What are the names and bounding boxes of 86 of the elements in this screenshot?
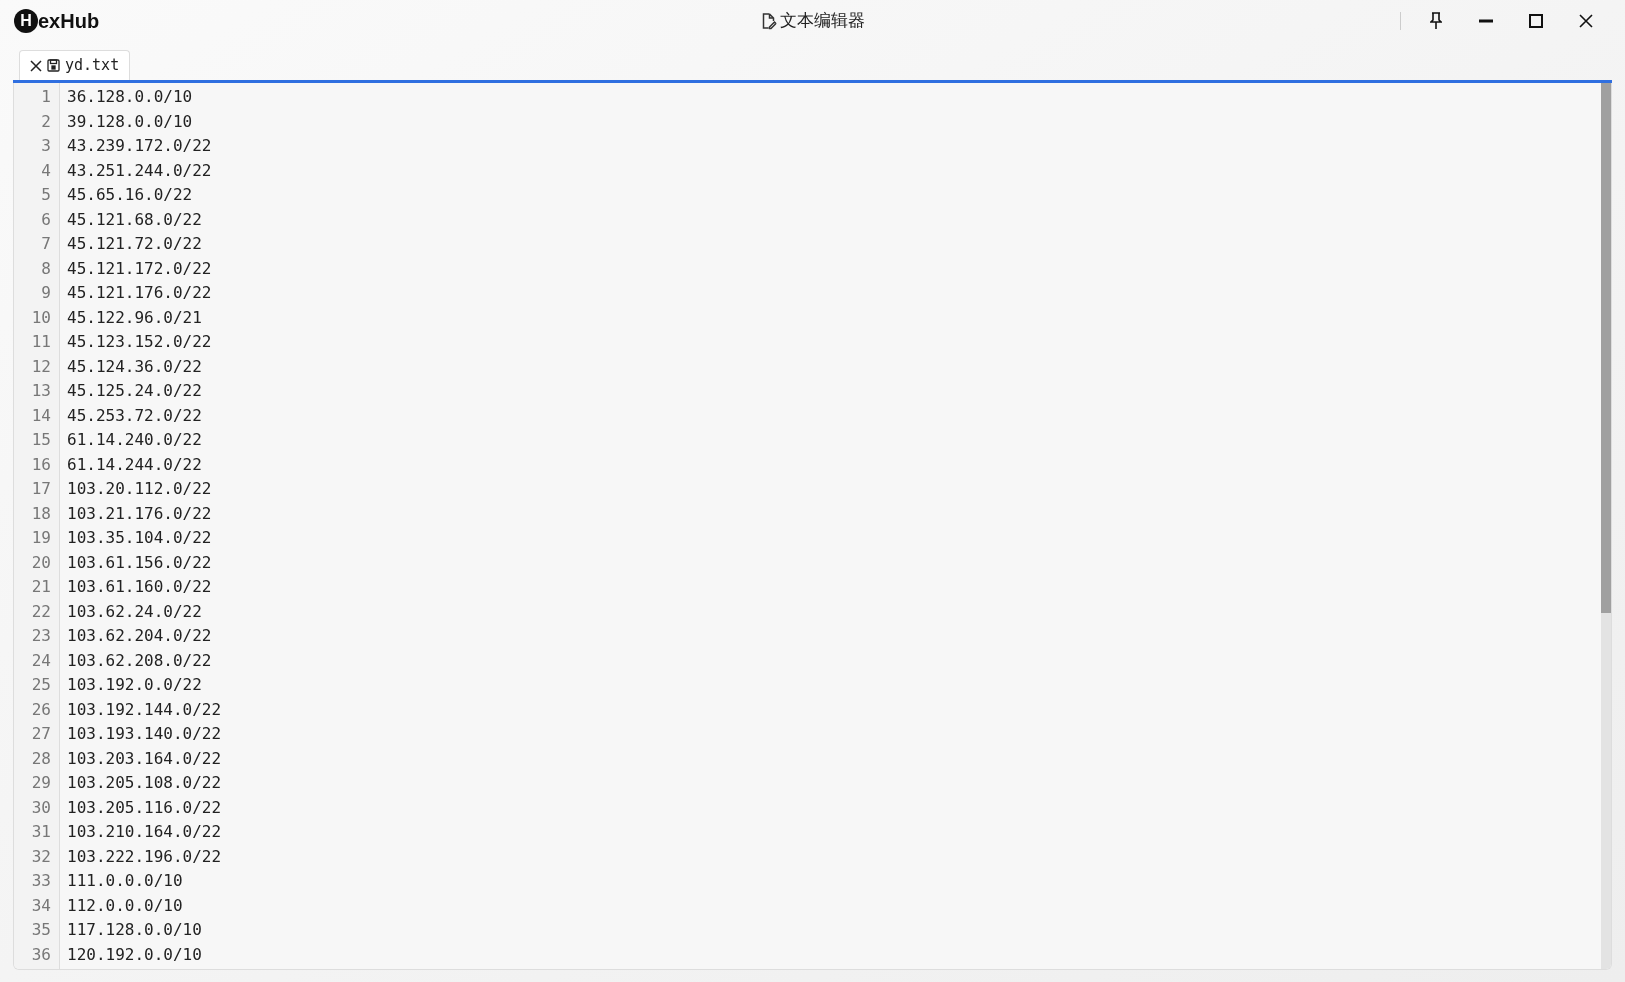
code-line: 45.65.16.0/22 <box>67 184 194 206</box>
logo-icon: H <box>14 9 38 33</box>
line-number: 34 <box>30 894 52 917</box>
line-number: 13 <box>30 380 52 402</box>
line-number: 25 <box>30 674 52 696</box>
line-number: 32 <box>30 845 52 868</box>
line-number: 20 <box>30 551 52 574</box>
code-line: 43.239.172.0/22 <box>67 135 213 157</box>
code-line: 112.0.0.0/10 <box>67 894 184 917</box>
line-number: 27 <box>30 723 52 745</box>
line-number: 10 <box>30 306 52 329</box>
code-line: 117.128.0.0/10 <box>67 919 203 941</box>
scrollbar-track[interactable] <box>1601 83 1611 969</box>
code-line: 45.121.172.0/22 <box>67 257 213 280</box>
code-line: 103.62.24.0/22 <box>67 600 203 623</box>
code-line: 103.210.164.0/22 <box>67 821 223 843</box>
line-number: 8 <box>40 257 52 280</box>
line-number: 12 <box>30 355 52 378</box>
line-number: 3 <box>40 135 52 157</box>
line-number: 28 <box>30 747 52 770</box>
code-line: 36.128.0.0/10 <box>67 86 194 108</box>
code-line: 103.192.144.0/22 <box>67 698 223 721</box>
code-line: 45.124.36.0/22 <box>67 355 203 378</box>
line-number: 23 <box>30 625 52 647</box>
window-title: 文本编辑器 <box>780 10 865 33</box>
code-line: 103.192.0.0/22 <box>67 674 203 696</box>
code-line: 120.192.0.0/10 <box>67 943 203 966</box>
line-number: 31 <box>30 821 52 843</box>
code-line: 45.125.24.0/22 <box>67 380 203 402</box>
code-line: 61.14.244.0/22 <box>67 453 203 476</box>
file-edit-icon <box>760 12 776 30</box>
code-line: 103.62.208.0/22 <box>67 649 213 672</box>
line-number: 15 <box>30 429 52 451</box>
line-number: 36 <box>30 943 52 966</box>
line-number: 18 <box>30 502 52 525</box>
maximize-icon <box>1529 14 1543 28</box>
line-number: 30 <box>30 796 52 819</box>
line-number: 21 <box>30 576 52 598</box>
line-number: 6 <box>40 208 52 231</box>
line-number: 33 <box>30 870 52 892</box>
code-line: 103.21.176.0/22 <box>67 502 213 525</box>
line-number: 9 <box>40 282 52 304</box>
code-line: 103.222.196.0/22 <box>67 845 223 868</box>
line-number: 16 <box>30 453 52 476</box>
code-line: 103.193.140.0/22 <box>67 723 223 745</box>
code-line: 103.61.156.0/22 <box>67 551 213 574</box>
line-number: 2 <box>40 110 52 133</box>
code-line: 45.121.72.0/22 <box>67 233 203 255</box>
line-number: 5 <box>40 184 52 206</box>
line-number: 7 <box>40 233 52 255</box>
save-icon <box>47 59 60 72</box>
line-number: 17 <box>30 478 52 500</box>
line-number: 24 <box>30 649 52 672</box>
code-line: 61.14.240.0/22 <box>67 429 203 451</box>
pin-icon <box>1430 12 1442 30</box>
code-line: 43.251.244.0/22 <box>67 159 213 182</box>
line-number: 35 <box>30 919 52 941</box>
code-line: 45.122.96.0/21 <box>67 306 203 329</box>
close-icon[interactable] <box>30 59 42 72</box>
line-number: 11 <box>30 331 52 353</box>
line-number: 1 <box>40 86 52 108</box>
code-line: 45.253.72.0/22 <box>67 404 203 427</box>
code-line: 45.123.152.0/22 <box>67 331 213 353</box>
line-number: 14 <box>30 404 52 427</box>
code-line: 103.62.204.0/22 <box>67 625 213 647</box>
code-line: 103.35.104.0/22 <box>67 527 213 549</box>
minimize-icon <box>1479 19 1493 23</box>
code-line: 45.121.176.0/22 <box>67 282 213 304</box>
line-number: 22 <box>30 600 52 623</box>
app-name: exHub <box>38 9 100 34</box>
code-line: 103.203.164.0/22 <box>67 747 223 770</box>
line-number: 29 <box>30 772 52 794</box>
line-number: 4 <box>40 159 52 182</box>
code-line: 111.0.0.0/10 <box>67 870 184 892</box>
code-line: 103.61.160.0/22 <box>67 576 213 598</box>
code-line: 45.121.68.0/22 <box>67 208 203 231</box>
tab-label: yd.txt <box>65 55 120 77</box>
close-icon <box>1579 14 1593 28</box>
file-tab[interactable]: yd.txt <box>19 50 131 80</box>
code-line: 103.205.108.0/22 <box>67 772 223 794</box>
scrollbar-thumb[interactable] <box>1601 83 1611 613</box>
code-line: 103.205.116.0/22 <box>67 796 223 819</box>
line-number: 26 <box>30 698 52 721</box>
code-line: 103.20.112.0/22 <box>67 478 213 500</box>
code-line: 39.128.0.0/10 <box>67 110 194 133</box>
line-number: 19 <box>30 527 52 549</box>
